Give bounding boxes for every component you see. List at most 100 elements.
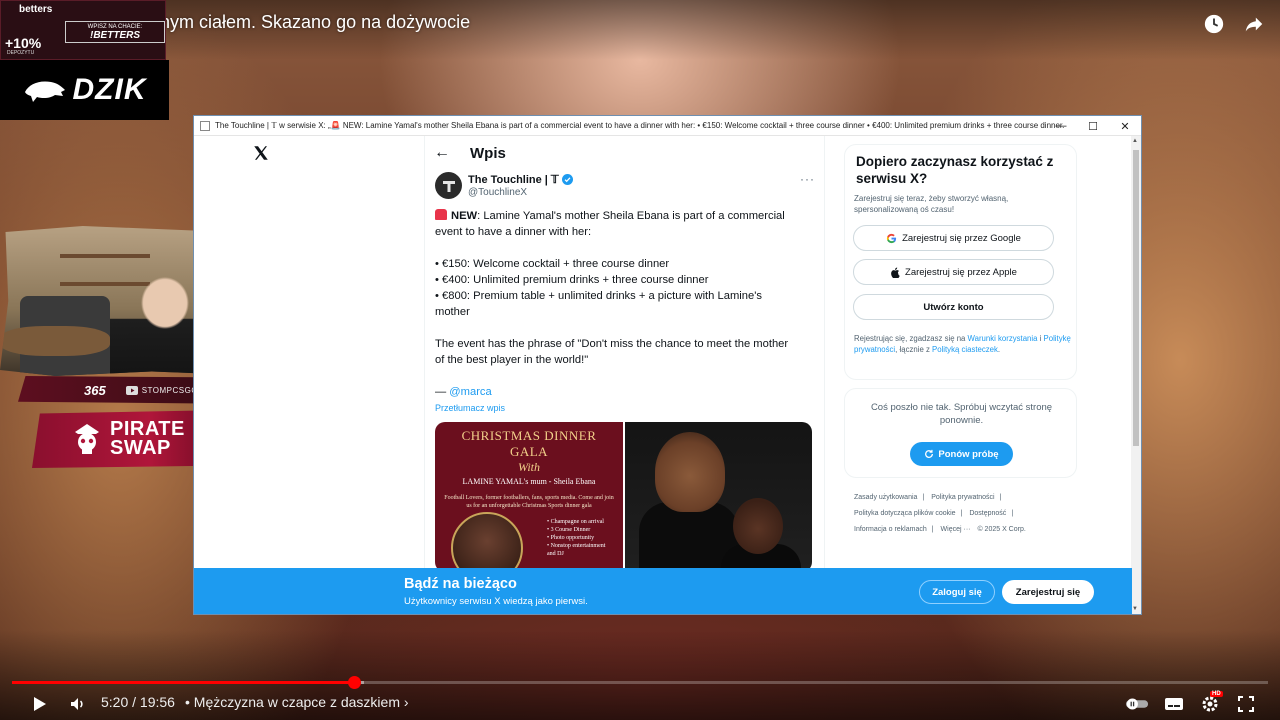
create-account-button[interactable]: Utwórz konto	[853, 294, 1054, 320]
register-button[interactable]: Zarejestruj się	[1002, 580, 1094, 604]
touchline-logo-icon	[442, 180, 455, 192]
signup-card: Dopiero zaczynasz korzystać z serwisu X?…	[844, 144, 1077, 380]
page-scrollbar[interactable]: ▲ ▼	[1131, 136, 1141, 614]
tweet-line: NEW: Lamine Yamal's mother Sheila Ebana …	[435, 208, 815, 224]
footer-separator: |	[1011, 510, 1014, 517]
tweet-source-dash: —	[435, 386, 450, 398]
betters-percent: +10%	[5, 35, 42, 51]
footer-link-more[interactable]: Więcej ···	[941, 526, 971, 533]
betters-percent-sub: DEPOZYTU	[7, 50, 35, 56]
apple-icon	[891, 266, 900, 278]
player-controls: 5:20 / 19:56 • Mężczyzna w czapce z dasz…	[0, 688, 1280, 718]
minimize-icon[interactable]: —	[1045, 116, 1077, 136]
legal-text-a: Rejestrując się, zgadzasz się na	[854, 334, 968, 343]
author-handle[interactable]: @TouchlineX	[468, 187, 527, 198]
tweet-line2: event to have a dinner with her:	[435, 226, 592, 238]
tweet-quote-line1: The event has the phrase of "Don't miss …	[435, 338, 789, 350]
poster-subtitle: LAMINE YAMAL's mum - Sheila Ebana	[462, 477, 596, 486]
time-display: 5:20 / 19:56	[101, 694, 175, 710]
post-header-title: Wpis	[470, 144, 506, 162]
dzik-text: DZIK	[72, 73, 147, 106]
pirate-skull-icon	[75, 424, 99, 454]
x-logo-icon[interactable]	[252, 144, 276, 168]
current-time: 5:20	[101, 694, 129, 710]
photo-person-head	[655, 432, 725, 512]
banner-title: Bądź na bieżąco	[404, 576, 517, 592]
author-name: The Touchline | 𝕋	[468, 174, 559, 186]
lamine-mother-photo[interactable]	[625, 422, 812, 572]
watch-later-icon[interactable]	[1202, 12, 1226, 36]
legal-text-end: .	[997, 345, 1001, 354]
footer-link-accessibility[interactable]: Dostępność	[969, 510, 1006, 517]
refresh-icon	[925, 449, 934, 458]
banner-subtitle: Użytkownicy serwisu X wiedzą jako pierws…	[404, 596, 588, 607]
tweet-quote-line2: of the best player in the world!"	[435, 354, 589, 366]
gala-poster-image[interactable]: CHRISTMAS DINNER GALA With LAMINE YAMAL'…	[435, 422, 623, 572]
marca-link[interactable]: @marca	[449, 386, 491, 398]
translate-post-link[interactable]: Przetłumacz wpis	[435, 403, 505, 413]
signup-title: Dopiero zaczynasz korzystać z serwisu X?	[856, 154, 1054, 186]
autoplay-toggle-icon[interactable]	[1125, 692, 1149, 716]
signup-description: Zarejestruj się teraz, żeby stworzyć wła…	[854, 194, 1009, 214]
close-icon[interactable]: ✕	[1109, 116, 1141, 136]
poster-bullet: • 3 Course Dinner	[547, 527, 591, 533]
play-icon[interactable]	[27, 692, 51, 716]
volume-icon[interactable]	[66, 692, 90, 716]
top-icons	[1202, 12, 1266, 36]
login-banner: Bądź na bieżąco Użytkownicy serwisu X wi…	[194, 568, 1132, 614]
fullscreen-icon[interactable]	[1234, 692, 1258, 716]
poster-bullet: and DJ	[547, 551, 564, 557]
author-avatar[interactable]	[435, 172, 462, 199]
page-favicon-icon	[200, 120, 210, 131]
subtitles-icon[interactable]	[1162, 692, 1186, 716]
pirate-text-2: SWAP	[110, 437, 171, 459]
retry-button[interactable]: Ponów próbę	[910, 442, 1013, 466]
share-icon[interactable]	[1242, 12, 1266, 36]
cookies-link[interactable]: Polityką ciasteczek	[932, 345, 998, 354]
poster-title: CHRISTMAS DINNER GALA	[461, 428, 597, 459]
window-title: The Touchline | 𝕋 w serwisie X: „🚨 NEW: …	[215, 121, 1065, 130]
youtube-handle: STOMPCSGO	[125, 385, 199, 395]
terms-link[interactable]: Warunki korzystania	[968, 334, 1038, 343]
back-arrow-icon[interactable]: ←	[434, 144, 450, 162]
window-titlebar[interactable]: The Touchline | 𝕋 w serwisie X: „🚨 NEW: …	[194, 116, 1141, 136]
tweet-bullet-800-cont: mother	[435, 306, 470, 318]
hd-badge: HD	[1210, 691, 1223, 697]
scroll-down-icon[interactable]: ▼	[1132, 606, 1138, 612]
s365-logo: 365	[84, 382, 106, 398]
scroll-up-icon[interactable]: ▲	[1132, 138, 1138, 144]
video-progress-bar[interactable]	[12, 676, 1268, 689]
chapter-title[interactable]: • Mężczyzna w czapce z daszkiem ›	[185, 694, 409, 710]
maximize-icon[interactable]: ☐	[1077, 116, 1109, 136]
footer-link-cookies[interactable]: Polityka dotycząca plików cookie	[854, 510, 956, 517]
dzik-logo-overlay: DZIK	[0, 60, 169, 120]
tweet-author: The Touchline | 𝕋 @TouchlineX ···	[435, 172, 815, 202]
video-title[interactable]: nym ciałem. Skazano go na dożywocie	[160, 12, 470, 33]
footer-separator: |	[931, 526, 934, 533]
footer-link-privacy[interactable]: Polityka prywatności	[931, 494, 994, 501]
window-controls: — ☐ ✕	[1045, 116, 1141, 136]
browser-window[interactable]: The Touchline | 𝕋 w serwisie X: „🚨 NEW: …	[193, 115, 1142, 615]
tweet-bullet-800: • €800: Premium table + unlimited drinks…	[435, 290, 762, 302]
poster-bullet: • Photo opportunity	[547, 535, 595, 541]
author-name-row[interactable]: The Touchline | 𝕋	[468, 173, 573, 186]
tweet-media[interactable]: CHRISTMAS DINNER GALA With LAMINE YAMAL'…	[435, 422, 812, 572]
google-icon	[887, 233, 897, 243]
more-options-icon[interactable]: ···	[800, 172, 815, 186]
poster-portrait	[451, 512, 523, 572]
login-button[interactable]: Zaloguj się	[919, 580, 995, 604]
scrollbar-thumb[interactable]	[1133, 150, 1139, 446]
footer-link-ads[interactable]: Informacja o reklamach	[854, 526, 927, 533]
youtube-handle-text: STOMPCSGO	[141, 385, 199, 395]
footer-link-terms[interactable]: Zasady użytkowania	[854, 494, 917, 501]
tweet-source: — @marca	[435, 384, 815, 400]
google-signup-button[interactable]: Zarejestruj się przez Google	[853, 225, 1054, 251]
column-divider	[824, 136, 825, 614]
footer-separator: |	[922, 494, 925, 501]
footer-separator: |	[999, 494, 1002, 501]
progress-played	[12, 681, 354, 684]
column-divider	[424, 136, 425, 614]
apple-signup-button[interactable]: Zarejestruj się przez Apple	[853, 259, 1054, 285]
legal-text-b: , łącznie z	[895, 345, 933, 354]
webcam-table	[0, 326, 110, 356]
